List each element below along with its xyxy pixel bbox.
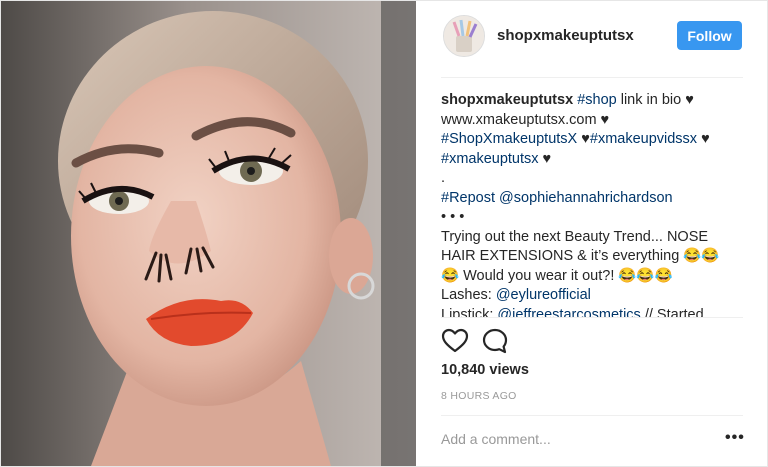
caption-text: Trying out the next Beauty Trend... NOSE	[441, 228, 709, 245]
caption-text: HAIR EXTENSIONS & it’s everything 😂😂	[441, 248, 720, 264]
caption-line: HAIR EXTENSIONS & it’s everything 😂😂	[441, 247, 746, 267]
caption-text: link in bio ♥	[616, 92, 694, 108]
caption-line: Lipstick: @jeffreestarcosmetics // Start…	[441, 306, 746, 318]
caption-text: • • •	[441, 209, 465, 225]
post-timestamp[interactable]: 8 HOURS AGO	[441, 390, 517, 402]
comment-button[interactable]	[481, 327, 509, 355]
caption-line: #Repost @sophiehannahrichardson	[441, 189, 746, 209]
caption-line: Trying out the next Beauty Trend... NOSE	[441, 228, 746, 248]
caption-text: Lashes:	[441, 287, 496, 303]
caption-link[interactable]: #xmakeupvidssx	[590, 131, 697, 147]
view-count[interactable]: 10,840 views	[441, 362, 529, 378]
caption-text: Lipstick:	[441, 306, 498, 318]
post-caption: shopxmakeuptutsx #shop link in bio ♥ www.…	[441, 91, 746, 317]
caption-link[interactable]: @jeffreestarcosmetics	[497, 307, 640, 318]
post-frame: shopxmakeuptutsx Follow shopxmakeuptutsx…	[0, 0, 768, 467]
caption-text: ♥	[577, 131, 590, 147]
avatar-image	[444, 16, 484, 56]
photo-image	[1, 1, 416, 466]
caption-link[interactable]: @sophiehannahrichardson	[499, 190, 673, 206]
caption-divider	[441, 317, 743, 318]
caption-line: .	[441, 169, 746, 189]
caption-line: www.xmakeuptutsx.com ♥	[441, 111, 746, 131]
caption-text: ♥	[538, 150, 552, 167]
caption-username[interactable]: shopxmakeuptutsx	[441, 92, 573, 108]
header-divider	[441, 77, 743, 78]
comment-icon	[482, 328, 508, 354]
more-options-icon[interactable]: •••	[725, 429, 745, 447]
comment-divider	[441, 415, 743, 416]
caption-text: www.xmakeuptutsx.com ♥	[441, 111, 610, 128]
caption-line: #xmakeuptutsx ♥	[441, 150, 746, 170]
caption-line: #ShopXmakeuptutsX ♥#xmakeupvidssx ♥	[441, 130, 746, 150]
caption-line: Lashes: @eylureofficial	[441, 286, 746, 306]
add-comment-input[interactable]: Add a comment...	[441, 431, 551, 447]
caption-link[interactable]: #shop	[577, 92, 617, 108]
caption-text: .	[441, 170, 446, 186]
caption-link[interactable]: #Repost	[441, 190, 495, 206]
caption-line: shopxmakeuptutsx #shop link in bio ♥	[441, 91, 746, 111]
caption-text: // Started	[640, 306, 704, 318]
caption-text: 😂 Would you wear it out?! 😂😂😂	[441, 267, 673, 284]
caption-line: 😂 Would you wear it out?! 😂😂😂	[441, 267, 746, 287]
caption-line: • • •	[441, 208, 746, 228]
heart-icon	[441, 328, 469, 353]
post-header: shopxmakeuptutsx Follow	[417, 1, 767, 77]
caption-link[interactable]: #ShopXmakeuptutsX	[441, 131, 577, 147]
caption-link[interactable]: #xmakeuptutsx	[441, 151, 539, 167]
caption-text: ♥	[697, 131, 710, 147]
post-details-panel: shopxmakeuptutsx Follow shopxmakeuptutsx…	[417, 1, 767, 466]
post-photo[interactable]	[1, 1, 416, 466]
like-button[interactable]	[441, 327, 469, 355]
avatar[interactable]	[443, 15, 485, 57]
follow-button[interactable]: Follow	[677, 21, 742, 50]
caption-link[interactable]: @eylureofficial	[496, 287, 591, 303]
post-username[interactable]: shopxmakeuptutsx	[497, 27, 634, 44]
